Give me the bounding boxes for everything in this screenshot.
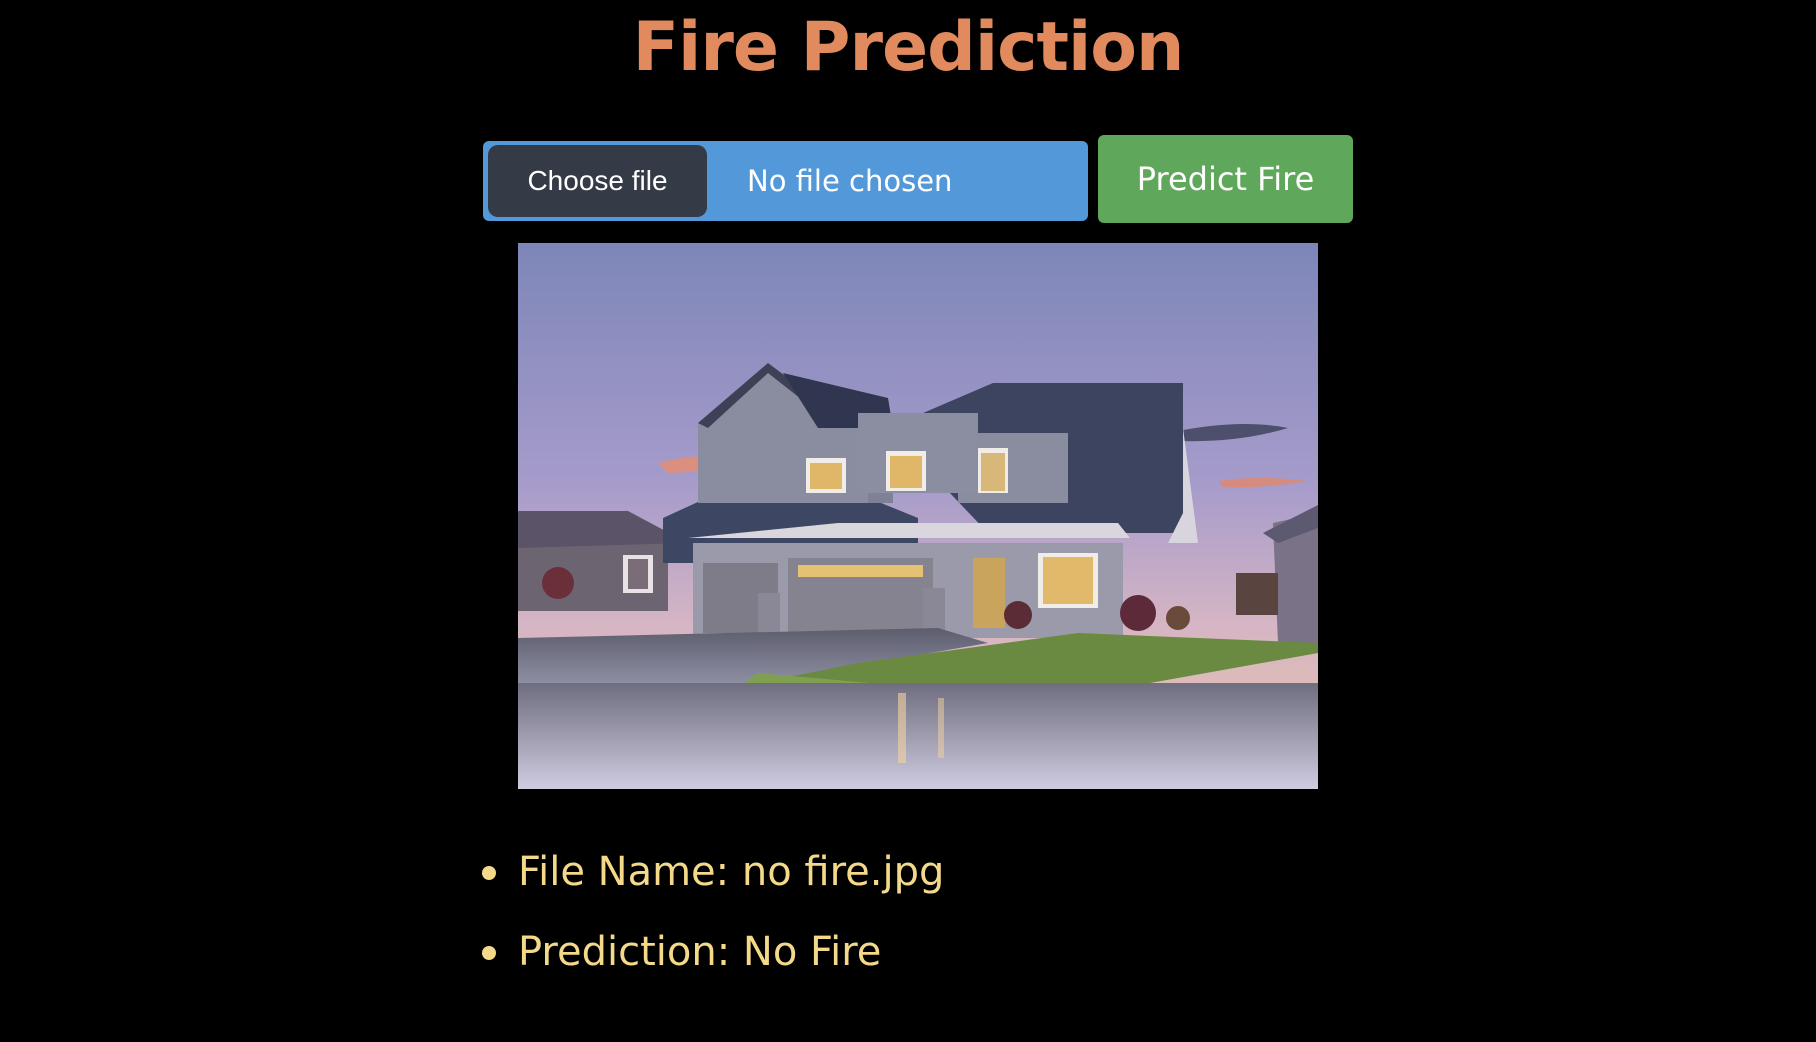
file-upload-input[interactable]: Choose file No file chosen [483,141,1088,221]
choose-file-button[interactable]: Choose file [488,145,707,217]
result-file-name: File Name: no fire.jpg [482,842,944,922]
page-title: Fire Prediction [632,8,1185,87]
bullet-icon [482,946,496,960]
result-prediction: Prediction: No Fire [482,922,944,1002]
prediction-results-list: File Name: no fire.jpg Prediction: No Fi… [482,842,944,1002]
bullet-icon [482,866,496,880]
predict-fire-button[interactable]: Predict Fire [1098,135,1353,223]
result-prediction-text: Prediction: No Fire [518,929,882,975]
file-status-text: No file chosen [747,164,953,198]
result-file-name-text: File Name: no fire.jpg [518,849,945,895]
uploaded-image-preview [518,243,1318,789]
